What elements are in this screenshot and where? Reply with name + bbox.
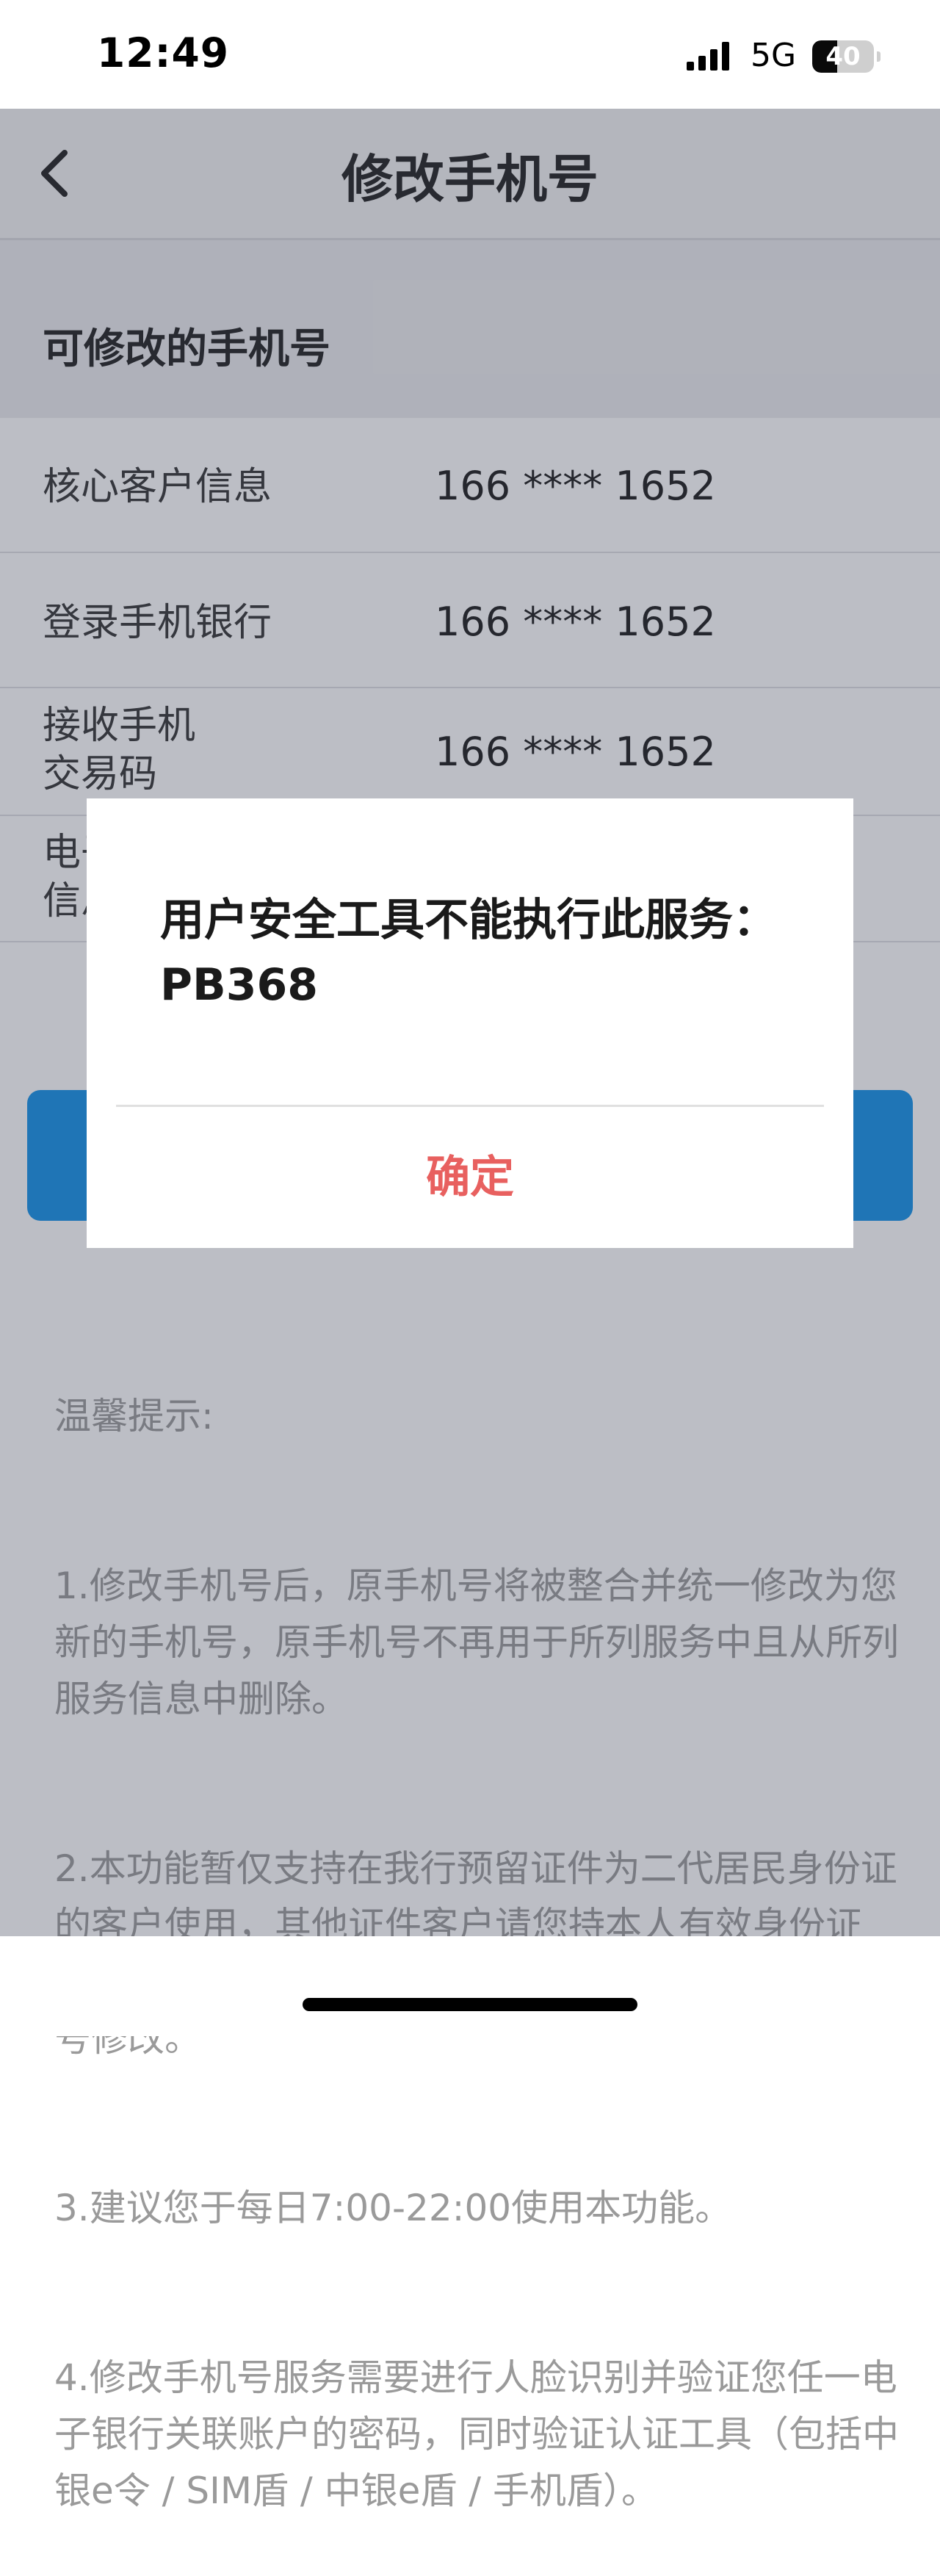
home-indicator[interactable]	[303, 1998, 637, 2011]
battery-icon: 40	[812, 40, 874, 73]
tips-item: 4.修改手机号服务需要进行人脸识别并验证您任一电子银行关联账户的密码，同时验证认…	[54, 2356, 899, 2512]
alert-dialog: 用户安全工具不能执行此服务：PB368 确定	[87, 798, 853, 1248]
status-time: 12:49	[97, 29, 230, 76]
home-bar-area	[0, 1936, 940, 2036]
battery-tip	[877, 51, 881, 62]
dialog-message: 用户安全工具不能执行此服务：PB368	[160, 895, 777, 1011]
tips-item: 3.建议您于每日7:00-22:00使用本功能。	[54, 2187, 732, 2229]
confirm-button[interactable]: 确定	[87, 1107, 853, 1248]
signal-icon	[687, 42, 729, 71]
battery-level: 40	[825, 42, 861, 71]
network-type: 5G	[751, 37, 797, 74]
